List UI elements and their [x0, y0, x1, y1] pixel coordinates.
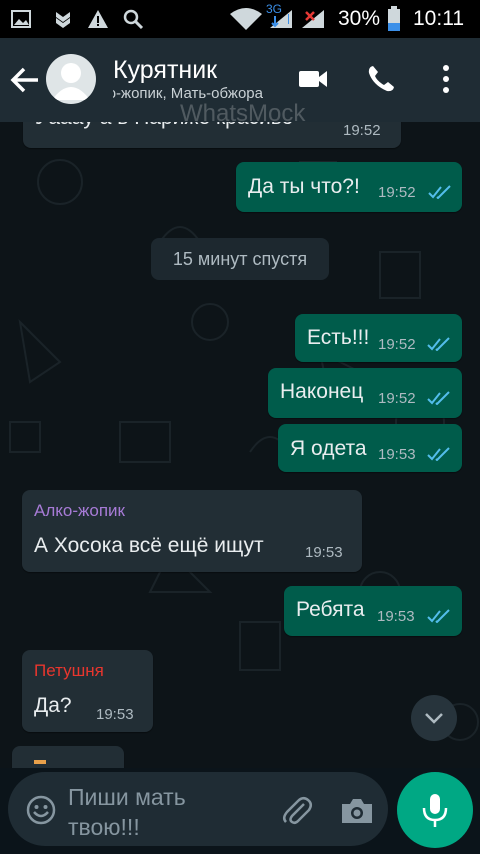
message-text: Уаааy а в Париже красиво [35, 122, 293, 130]
message-incoming[interactable]: Петушня Да? 19:53 [22, 650, 153, 732]
message-text: Да ты что?! [248, 175, 360, 198]
message-text: Ребята [296, 598, 365, 621]
shield-icon [56, 12, 70, 28]
read-receipt-icon [427, 609, 450, 623]
message-outgoing[interactable]: Ребята 19:53 [284, 586, 462, 636]
message-text: А Хосока всё ещё ищут [34, 534, 264, 557]
sender-color-fragment [34, 760, 46, 764]
message-list[interactable]: Уаааy а в Париже красиво 19:52 Да ты что… [0, 122, 480, 768]
chat-title[interactable]: Курятник [113, 56, 217, 85]
signal-icon [302, 10, 324, 28]
attach-icon[interactable] [280, 794, 314, 828]
message-time: 19:52 [378, 184, 416, 201]
message-time: 19:53 [377, 608, 415, 625]
message-text: Я одета [290, 437, 367, 460]
warning-icon [88, 10, 108, 28]
battery-percent: 30% [338, 7, 381, 30]
message-outgoing[interactable]: Наконец 19:52 [268, 368, 462, 418]
more-options-icon[interactable] [438, 64, 454, 94]
message-outgoing[interactable]: Есть!!! 19:52 [295, 314, 462, 362]
message-time: 19:53 [96, 706, 134, 723]
message-incoming[interactable]: Алко-жопик А Хосока всё ещё ищут 19:53 [22, 490, 362, 572]
message-time: 19:52 [378, 336, 416, 353]
message-incoming[interactable] [12, 746, 124, 768]
message-sender[interactable]: Алко-жопик [34, 501, 125, 521]
camera-icon[interactable] [340, 797, 374, 825]
battery-icon [388, 6, 400, 31]
read-receipt-icon [427, 447, 450, 461]
message-sender[interactable]: Петушня [34, 661, 104, 681]
scroll-to-bottom-button[interactable] [411, 695, 457, 741]
compose-bar: Пиши мать твою!!! [0, 768, 480, 854]
chevron-down-icon [425, 713, 443, 724]
date-separator: 15 минут спустя [151, 238, 329, 280]
emoji-icon[interactable] [26, 795, 56, 825]
message-incoming[interactable]: Уаааy а в Париже красиво 19:52 [23, 122, 401, 148]
message-text: Да? [34, 694, 72, 717]
read-receipt-icon [428, 185, 451, 199]
user-placeholder-icon [52, 63, 90, 100]
message-input[interactable]: Пиши мать твою!!! [8, 772, 388, 846]
video-call-icon[interactable] [297, 64, 329, 94]
chat-header: Курятник Алко-жопик, Мать-обжора WhatsMo… [0, 38, 480, 127]
message-time: 19:52 [378, 390, 416, 407]
message-input-placeholder[interactable]: Пиши мать твою!!! [68, 782, 248, 842]
status-bar: 3G 30% 10:11 [0, 0, 480, 38]
message-outgoing[interactable]: Я одета 19:53 [278, 424, 462, 472]
read-receipt-icon [427, 391, 450, 405]
message-text: Есть!!! [307, 326, 370, 349]
clock: 10:11 [413, 7, 464, 30]
message-time: 19:52 [343, 122, 381, 139]
microphone-icon [422, 794, 448, 827]
read-receipt-icon [427, 337, 450, 351]
group-avatar[interactable] [46, 54, 96, 104]
message-time: 19:53 [305, 544, 343, 561]
message-outgoing[interactable]: Да ты что?! 19:52 [236, 162, 462, 212]
voice-record-button[interactable] [397, 772, 473, 848]
voice-call-icon[interactable] [366, 64, 396, 94]
wifi-icon [230, 8, 262, 30]
search-icon [123, 9, 144, 30]
message-text: Наконец [280, 380, 364, 403]
back-arrow-icon[interactable] [10, 66, 40, 94]
message-time: 19:53 [378, 446, 416, 463]
signal-icon [270, 10, 292, 28]
image-icon [11, 10, 31, 28]
